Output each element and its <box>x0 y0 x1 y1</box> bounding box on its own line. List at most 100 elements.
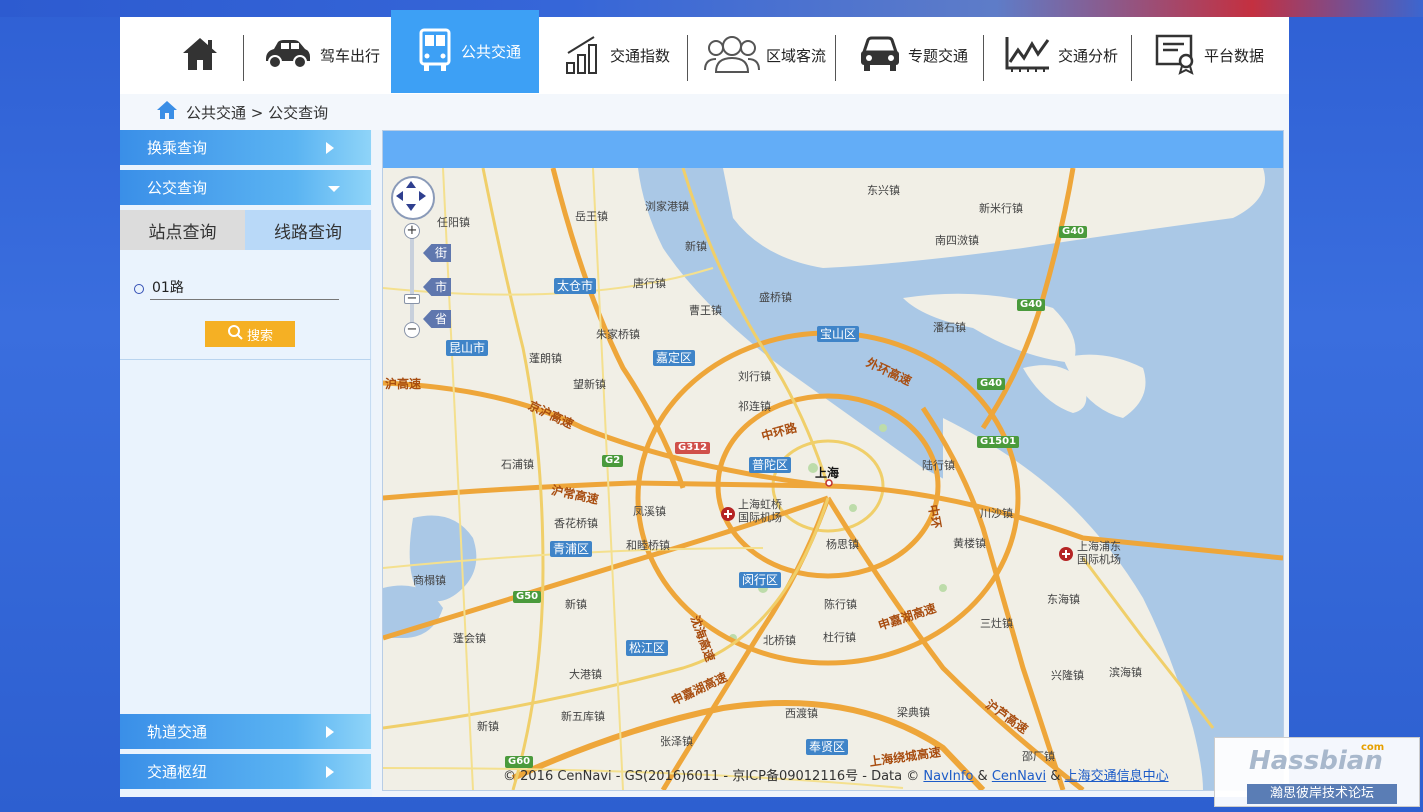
users-icon <box>704 32 760 80</box>
map-highway-label: G50 <box>513 591 542 603</box>
search-button[interactable]: 搜索 <box>205 321 295 347</box>
sidebar: 换乘查询 公交查询 站点查询 线路查询 搜索 轨道交通 交通枢纽 <box>120 130 372 797</box>
map-district-label: 松江区 <box>626 640 669 656</box>
nav-label: 交通指数 <box>610 47 671 65</box>
map-town-label: 石浦镇 <box>501 458 534 471</box>
map[interactable]: 岳王镇 浏家港镇 东兴镇 新米行镇 任阳镇 新镇 南四滧镇 唐行镇 曹王镇 盛桥… <box>383 168 1283 790</box>
zoom-slider[interactable] <box>410 228 414 336</box>
map-district-label: 普陀区 <box>749 457 792 473</box>
map-town-label: 三灶镇 <box>980 617 1013 630</box>
map-town-label: 盛桥镇 <box>759 291 792 304</box>
map-town-label: 黄楼镇 <box>953 537 986 550</box>
map-town-label: 任阳镇 <box>437 216 470 229</box>
map-pan-control[interactable] <box>391 176 435 220</box>
map-town-label: 新镇 <box>565 598 587 611</box>
cennavi-link[interactable]: CenNavi <box>992 769 1046 784</box>
map-town-label: 梁典镇 <box>897 706 930 719</box>
map-town-label: 望新镇 <box>573 378 606 391</box>
sidebar-item-rail[interactable]: 轨道交通 <box>120 714 371 749</box>
map-town-label: 杜行镇 <box>823 631 856 644</box>
breadcrumb: 公共交通 > 公交查询 <box>120 94 1289 130</box>
map-town-label: 蓬朗镇 <box>529 352 562 365</box>
nav-label: 平台数据 <box>1204 47 1265 65</box>
app-frame: 驾车出行 公共交通 交通指数 区域客流 专题交通 交通分析 平台数据 公共交通 … <box>120 10 1289 797</box>
map-town-label: 邵厂镇 <box>1022 750 1055 763</box>
map-town-label: 朱家桥镇 <box>596 328 640 341</box>
sidebar-item-label: 换乘查询 <box>147 139 208 157</box>
sidebar-item-label: 轨道交通 <box>147 723 208 741</box>
map-town-label: 和睦桥镇 <box>626 539 670 552</box>
map-town-label: 滨海镇 <box>1109 666 1142 679</box>
watermark-logo: com Hassbian 瀚思彼岸技术论坛 <box>1214 737 1420 807</box>
sidebar-item-bus[interactable]: 公交查询 <box>120 170 371 205</box>
map-highway-label: G40 <box>1059 226 1088 238</box>
search-icon <box>227 324 243 344</box>
map-town-label: 陆行镇 <box>922 459 955 472</box>
bar-chart-icon <box>564 33 604 79</box>
chevron-right-icon <box>325 754 335 789</box>
zoom-out-button[interactable]: − <box>404 322 420 338</box>
map-district-label: 嘉定区 <box>653 350 696 366</box>
zoom-in-button[interactable]: + <box>404 223 420 239</box>
watermark-sub: 瀚思彼岸技术论坛 <box>1247 784 1397 804</box>
divider <box>120 359 371 360</box>
nav-special-traffic[interactable]: 专题交通 <box>858 17 968 94</box>
map-airport-label: 上海虹桥国际机场 <box>738 498 782 524</box>
map-city-label: 上海 <box>815 466 840 480</box>
map-town-label: 兴隆镇 <box>1051 669 1084 682</box>
shanghai-traffic-link[interactable]: 上海交通信息中心 <box>1065 769 1169 784</box>
nav-divider <box>1131 35 1132 81</box>
map-town-label: 东海镇 <box>1047 593 1080 606</box>
map-highway-label: G40 <box>977 378 1006 390</box>
sidebar-item-transfer[interactable]: 换乘查询 <box>120 130 371 165</box>
map-town-label: 北桥镇 <box>763 634 796 647</box>
map-town-label: 凤溪镇 <box>633 505 666 518</box>
nav-label: 专题交通 <box>908 47 969 65</box>
map-airport-label: 上海浦东国际机场 <box>1077 540 1121 566</box>
sidebar-item-hub[interactable]: 交通枢纽 <box>120 754 371 789</box>
nav-label: 区域客流 <box>766 47 827 65</box>
map-container: 岳王镇 浏家港镇 东兴镇 新米行镇 任阳镇 新镇 南四滧镇 唐行镇 曹王镇 盛桥… <box>382 130 1284 791</box>
map-highway-label: G40 <box>1017 299 1046 311</box>
map-town-label: 新镇 <box>685 240 707 253</box>
nav-home[interactable] <box>160 17 240 94</box>
map-town-label: 新五库镇 <box>561 710 605 723</box>
nav-divider <box>687 35 688 81</box>
nav-traffic-index[interactable]: 交通指数 <box>564 17 670 94</box>
zoom-level-handle[interactable]: − <box>404 292 420 305</box>
map-district-label: 昆山市 <box>446 340 489 356</box>
car-front-icon <box>858 34 902 78</box>
map-district-label: 奉贤区 <box>806 739 849 755</box>
nav-platform-data[interactable]: 平台数据 <box>1154 17 1264 94</box>
map-town-label: 新镇 <box>477 720 499 733</box>
nav-traffic-analysis[interactable]: 交通分析 <box>1004 17 1118 94</box>
tab-station-query[interactable]: 站点查询 <box>120 210 245 250</box>
top-banner <box>0 0 1423 17</box>
map-district-label: 青浦区 <box>550 541 593 557</box>
nav-regional-flow[interactable]: 区域客流 <box>704 17 826 94</box>
map-town-label: 南四滧镇 <box>935 234 979 247</box>
line-chart-icon <box>1004 34 1052 78</box>
certificate-icon <box>1154 33 1198 79</box>
bus-query-tabs: 站点查询 线路查询 <box>120 210 371 250</box>
radio-button[interactable] <box>134 284 144 294</box>
sidebar-item-label: 交通枢纽 <box>147 763 208 781</box>
map-town-label: 刘行镇 <box>738 370 771 383</box>
chevron-down-icon <box>327 170 341 205</box>
nav-label: 交通分析 <box>1058 47 1119 65</box>
map-copyright: © 2016 CenNavi - GS(2016)6011 - 京ICP备090… <box>503 765 1169 784</box>
home-icon <box>180 34 220 78</box>
map-town-label: 杨思镇 <box>826 538 859 551</box>
home-icon[interactable] <box>156 100 178 124</box>
navinfo-link[interactable]: NavInfo <box>923 769 973 784</box>
map-highway-label: G2 <box>602 455 624 467</box>
nav-public-transit[interactable]: 公共交通 <box>391 10 539 93</box>
tab-route-query[interactable]: 线路查询 <box>245 210 371 250</box>
sidebar-item-label: 公交查询 <box>147 179 208 197</box>
route-input[interactable] <box>150 274 339 300</box>
nav-divider <box>243 35 244 81</box>
copyright-amp: & <box>1050 769 1061 784</box>
car-icon <box>260 37 314 75</box>
map-town-label: 潘石镇 <box>933 321 966 334</box>
nav-driving[interactable]: 驾车出行 <box>260 17 380 94</box>
